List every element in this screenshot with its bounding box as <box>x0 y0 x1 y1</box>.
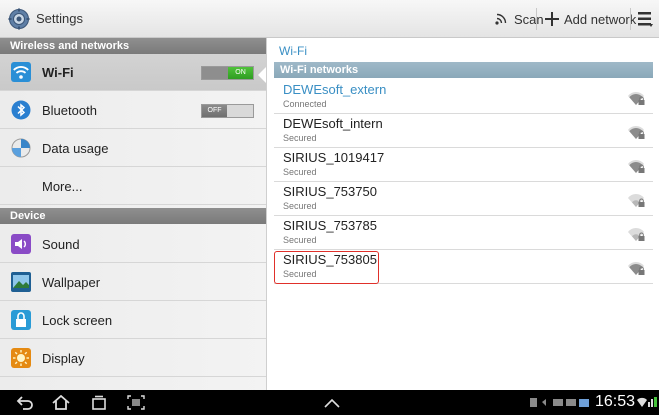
toggle-state: OFF <box>202 105 227 117</box>
sidebar-item-data-usage[interactable]: Data usage <box>0 130 266 167</box>
network-row[interactable]: DEWEsoft_extern Connected <box>274 80 653 114</box>
plus-icon <box>545 12 559 26</box>
title-bar: Settings Scan Add network <box>0 0 659 38</box>
chevron-up-icon[interactable] <box>323 396 341 411</box>
sidebar-item-label: Wallpaper <box>42 275 101 290</box>
sidebar-item-display[interactable]: Display <box>0 340 266 377</box>
section-header-device: Device <box>0 208 266 224</box>
signal-battery-icons <box>637 397 657 407</box>
network-name: DEWEsoft_extern <box>283 82 387 97</box>
toolbar-divider <box>536 8 537 30</box>
network-name: SIRIUS_753750 <box>283 184 377 199</box>
clock: 16:53 <box>595 393 636 410</box>
add-network-button[interactable]: Add network <box>545 9 636 29</box>
sound-icon <box>11 234 31 254</box>
sidebar-item-label: Data usage <box>42 141 109 156</box>
home-icon[interactable] <box>52 395 70 410</box>
bluetooth-toggle[interactable]: OFF <box>201 104 254 118</box>
section-header-wireless: Wireless and networks <box>0 38 266 54</box>
sidebar-item-label: Wi-Fi <box>42 65 74 80</box>
toggle-state: ON <box>228 67 253 79</box>
system-bar: 16:53 <box>0 390 659 415</box>
network-row[interactable]: SIRIUS_753750 Secured <box>274 182 653 216</box>
sidebar-item-label: More... <box>42 179 83 194</box>
network-status: Connected <box>283 99 327 109</box>
sidebar-item-bluetooth[interactable]: Bluetooth OFF <box>0 92 266 129</box>
sidebar-item-more[interactable]: More... <box>0 168 266 205</box>
network-row[interactable]: SIRIUS_753785 Secured <box>274 216 653 250</box>
notification-icons <box>530 398 589 407</box>
wifi-signal-lock-icon <box>628 92 645 105</box>
wifi-signal-lock-icon <box>628 262 645 275</box>
pane-title: Wi-Fi <box>279 44 307 58</box>
wifi-detail-pane: Wi-Fi Wi-Fi networks DEWEsoft_extern Con… <box>268 38 659 390</box>
sidebar-item-label: Bluetooth <box>42 103 97 118</box>
wifi-signal-lock-icon <box>628 160 645 173</box>
networks-header: Wi-Fi networks <box>274 62 653 78</box>
network-name: SIRIUS_753785 <box>283 218 377 233</box>
menu-icon[interactable] <box>638 11 653 27</box>
network-row[interactable]: DEWEsoft_intern Secured <box>274 114 653 148</box>
sidebar-item-label: Display <box>42 351 85 366</box>
wifi-signal-lock-icon <box>628 126 645 139</box>
network-name: SIRIUS_1019417 <box>283 150 385 165</box>
network-status: Secured <box>283 235 317 245</box>
wifi-icon <box>11 62 31 82</box>
lock-icon <box>11 310 31 330</box>
wifi-toggle[interactable]: ON <box>201 66 254 80</box>
display-brightness-icon <box>11 348 31 368</box>
settings-category-list: Wireless and networks Wi-Fi ON Bluetooth… <box>0 38 267 390</box>
settings-gear-icon[interactable] <box>8 8 30 30</box>
scan-label: Scan <box>514 11 544 27</box>
sidebar-item-lock-screen[interactable]: Lock screen <box>0 302 266 339</box>
scan-icon <box>495 13 507 25</box>
data-usage-icon <box>11 138 31 158</box>
network-status: Secured <box>283 201 317 211</box>
add-network-label: Add network <box>564 11 637 27</box>
sidebar-item-label: Lock screen <box>42 313 113 328</box>
recent-apps-icon[interactable] <box>90 395 108 410</box>
bluetooth-icon <box>11 100 31 120</box>
screenshot-icon[interactable] <box>127 395 145 410</box>
sidebar-item-wifi[interactable]: Wi-Fi ON <box>0 54 266 91</box>
back-icon[interactable] <box>16 395 34 410</box>
selection-pointer <box>258 66 266 84</box>
wifi-signal-lock-icon <box>628 194 645 207</box>
network-status: Secured <box>283 133 317 143</box>
network-row[interactable]: SIRIUS_1019417 Secured <box>274 148 653 182</box>
network-status: Secured <box>283 167 317 177</box>
app-title: Settings <box>36 11 83 26</box>
sidebar-item-wallpaper[interactable]: Wallpaper <box>0 264 266 301</box>
wifi-signal-lock-icon <box>628 228 645 241</box>
toolbar-divider <box>630 8 631 30</box>
selected-network-highlight <box>274 251 379 284</box>
wallpaper-icon <box>11 272 31 292</box>
sidebar-item-sound[interactable]: Sound <box>0 226 266 263</box>
network-name: DEWEsoft_intern <box>283 116 383 131</box>
sidebar-item-label: Sound <box>42 237 80 252</box>
